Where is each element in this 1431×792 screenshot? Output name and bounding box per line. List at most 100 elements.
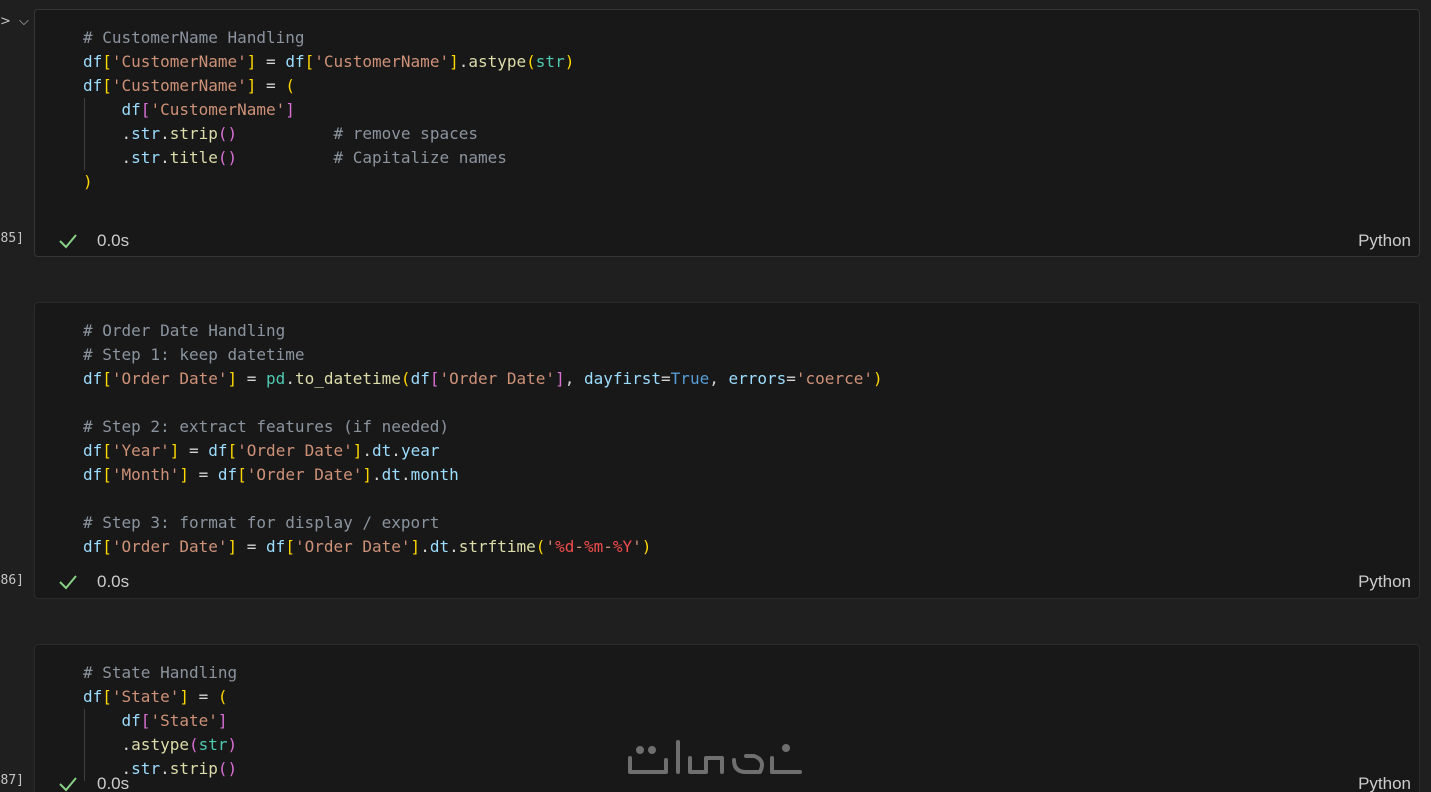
code-token: 'State'	[111, 687, 180, 706]
code-token: # Capitalize names	[333, 148, 507, 167]
code-token: True	[670, 369, 710, 388]
code-token: .	[400, 465, 411, 484]
cell-code-editor[interactable]: # CustomerName Handling df['CustomerName'…	[83, 26, 1403, 194]
code-token: [	[102, 369, 112, 388]
code-token: 'Order Date'	[111, 537, 228, 556]
code-token: df	[121, 100, 141, 119]
code-token: '	[632, 537, 642, 556]
code-line: # Step 3: format for display / export	[83, 511, 1403, 535]
code-token: df	[208, 441, 228, 460]
code-token: df	[83, 687, 103, 706]
code-token: ]	[227, 369, 238, 388]
indent-guide	[84, 98, 85, 122]
code-token: ]	[555, 369, 565, 388]
code-token: .	[160, 124, 170, 143]
code-token: )	[227, 735, 238, 754]
code-token: # Step 2: extract features (if needed)	[83, 417, 450, 436]
code-token: [	[304, 52, 315, 71]
kernel-language-label[interactable]: Python	[1358, 572, 1411, 592]
code-token: 'Year'	[111, 441, 170, 460]
code-token: df	[83, 441, 103, 460]
code-token: )	[872, 369, 883, 388]
code-token: 'CustomerName'	[150, 100, 286, 119]
code-token: dt	[372, 441, 392, 460]
code-token: =	[237, 537, 267, 556]
code-token: astype	[131, 735, 189, 754]
check-icon	[59, 777, 77, 792]
code-token: (	[535, 537, 546, 556]
code-token: =	[256, 76, 286, 95]
code-token: (	[285, 76, 295, 95]
code-token: [	[237, 465, 247, 484]
code-token: [	[102, 687, 112, 706]
code-line: # State Handling	[83, 661, 1403, 685]
code-token: [	[102, 52, 112, 71]
code-token: ()	[217, 148, 238, 167]
code-token: month	[410, 465, 459, 484]
code-token: 'Order Date'	[237, 441, 353, 460]
cell-execution-count: 85]	[0, 231, 24, 246]
code-token: 'Order Date'	[246, 465, 363, 484]
code-token: .	[285, 369, 295, 388]
code-line: df['Order Date'] = df['Order Date'].dt.s…	[83, 535, 1403, 559]
indent-guide	[84, 733, 85, 757]
kernel-language-label[interactable]: Python	[1358, 231, 1411, 251]
code-token: %d	[555, 537, 575, 556]
code-line: df['State'] = (	[83, 685, 1403, 709]
code-token: df	[83, 52, 103, 71]
code-token: ]	[179, 687, 189, 706]
code-token: ]	[410, 537, 421, 556]
code-token: # Step 1: keep datetime	[83, 345, 305, 364]
code-line: .str.strip() # remove spaces	[83, 122, 1403, 146]
cell-status-bar: 0.0s Python	[57, 570, 1411, 594]
code-token: .	[420, 537, 430, 556]
code-token: .	[83, 124, 132, 143]
code-token: ]	[285, 100, 295, 119]
code-token: str	[131, 148, 161, 167]
code-token: 'Order Date'	[294, 537, 411, 556]
code-line: df['State']	[83, 709, 1403, 733]
code-token: ]	[449, 52, 459, 71]
code-token: [	[227, 441, 238, 460]
code-token: dt	[429, 537, 450, 556]
code-token: [	[285, 537, 295, 556]
code-token: (	[188, 735, 199, 754]
code-token: to_datetime	[294, 369, 401, 388]
code-token: '	[545, 537, 556, 556]
code-token: # remove spaces	[333, 124, 478, 143]
code-token: dayfirst	[583, 369, 662, 388]
code-token: year	[400, 441, 440, 460]
code-token: [	[140, 100, 151, 119]
code-token: -	[603, 537, 613, 556]
code-token: [	[102, 441, 112, 460]
cell-code-editor[interactable]: # Order Date Handling # Step 1: keep date…	[83, 319, 1403, 559]
code-token: (	[217, 687, 228, 706]
cell-collapse-chevron[interactable]: > ⌵	[0, 14, 31, 29]
code-token: ]	[352, 441, 363, 460]
code-token: df	[121, 711, 141, 730]
code-token: .	[391, 441, 401, 460]
code-token: =	[188, 465, 218, 484]
code-token: ,	[564, 369, 584, 388]
code-cell[interactable]: # CustomerName Handling df['CustomerName'…	[34, 9, 1420, 257]
code-line: df['CustomerName'] = df['CustomerName'].…	[83, 50, 1403, 74]
code-token: ]	[217, 711, 228, 730]
code-token: ,	[709, 369, 729, 388]
code-token: ]	[227, 537, 238, 556]
code-cell[interactable]: # Order Date Handling # Step 1: keep date…	[34, 302, 1420, 599]
code-line: # Order Date Handling	[83, 319, 1403, 343]
code-token: df	[217, 465, 238, 484]
code-token: str	[198, 735, 228, 754]
kernel-language-label[interactable]: Python	[1358, 774, 1411, 792]
indent-guide	[84, 122, 85, 146]
code-token: 'Order Date'	[439, 369, 556, 388]
code-token: =	[256, 52, 286, 71]
code-token: [	[102, 537, 112, 556]
code-token: ]	[179, 465, 189, 484]
execution-duration: 0.0s	[97, 231, 130, 250]
cell-status-bar: 0.0s Python	[57, 229, 1411, 253]
